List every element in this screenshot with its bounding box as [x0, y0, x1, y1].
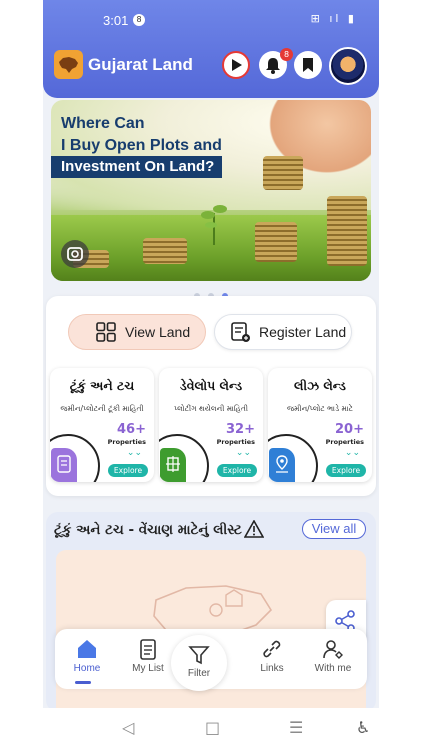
bookmark-icon — [303, 58, 313, 72]
nav-with-me[interactable]: With me — [303, 629, 363, 689]
home-icon — [78, 640, 96, 658]
active-indicator — [75, 681, 91, 684]
nav-home[interactable]: Home — [57, 629, 117, 689]
back-icon[interactable]: ◁ — [122, 718, 134, 737]
property-count: 20+ — [335, 422, 364, 437]
property-card-lease-land[interactable]: લીઝ લેન્ડ જમીન/પ્લોટ ભાડે માટે 20+ Prope… — [268, 368, 372, 482]
app-title: Gujarat Land — [88, 55, 193, 74]
property-subtitle: પ્લોટીંગ થયેલની માહિતી — [174, 404, 248, 413]
app-header: 3:01 8 ⊞ ıl ▮ Gujarat Land 8 — [43, 0, 379, 98]
location-pin-icon — [276, 455, 288, 473]
property-title: ટૂંકું અને ટચ — [69, 378, 135, 393]
property-count-label: Properties — [325, 438, 364, 446]
status-notification-badge: 8 — [133, 14, 145, 26]
view-land-label: View Land — [125, 324, 191, 340]
property-card-short-touch[interactable]: ટૂંકું અને ટચ જમીન/પ્લોટની ટૂંકી માહિતી … — [50, 368, 154, 482]
chevron-down-icon: ⌄⌄ — [235, 448, 251, 458]
notification-count-badge: 8 — [280, 48, 293, 61]
promo-banner[interactable]: Where Can I Buy Open Plots and Investmen… — [51, 100, 371, 281]
profile-avatar[interactable] — [329, 47, 367, 85]
explore-button[interactable]: Explore — [326, 464, 366, 477]
warning-icon[interactable] — [244, 520, 264, 538]
recents-icon[interactable]: ☰ — [289, 718, 303, 737]
coin-stack — [263, 156, 303, 190]
sprout-icon — [201, 205, 227, 245]
status-icons: ⊞ ıl ▮ — [310, 12, 357, 25]
coin-stack — [255, 222, 297, 262]
property-count-label: Properties — [107, 438, 146, 446]
app-logo — [54, 50, 83, 79]
list-section-title: ટૂંકું અને ટચ - વેંચાણ માટેનું લીસ્ટ — [54, 522, 242, 538]
property-subtitle: જમીન/પ્લોટ ભાડે માટે — [287, 404, 353, 413]
status-time: 3:01 — [103, 13, 129, 28]
view-all-button[interactable]: View all — [302, 519, 366, 539]
camera-lens-icon — [67, 247, 83, 261]
document-icon — [57, 455, 71, 473]
property-title: લીઝ લેન્ડ — [294, 378, 346, 393]
register-land-button[interactable]: Register Land — [214, 314, 352, 350]
plot-grid-icon — [166, 456, 180, 472]
property-title: ડેવેલોપ લેન્ડ — [179, 378, 243, 393]
nav-filter[interactable]: Filter — [171, 635, 227, 691]
property-card-develop-land[interactable]: ડેવેલોપ લેન્ડ પ્લોટીંગ થયેલની માહિતી 32+… — [159, 368, 263, 482]
property-count: 46+ — [117, 422, 146, 437]
nav-with-me-label: With me — [314, 663, 352, 674]
coin-stack — [143, 238, 187, 264]
property-count: 32+ — [226, 422, 255, 437]
nav-links-label: Links — [260, 663, 284, 674]
grid-icon — [96, 322, 116, 342]
map-gujarat-icon — [59, 57, 78, 73]
user-handshake-icon — [323, 640, 343, 659]
chevron-down-icon: ⌄⌄ — [344, 448, 360, 458]
filter-icon — [188, 646, 210, 665]
nav-my-list[interactable]: My List — [118, 629, 178, 689]
banner-headline-1: Where Can — [61, 115, 145, 132]
nav-home-label: Home — [73, 663, 101, 674]
accessibility-icon[interactable]: ♿ — [356, 718, 370, 737]
explore-button[interactable]: Explore — [108, 464, 148, 477]
nav-links[interactable]: Links — [242, 629, 302, 689]
register-document-icon — [231, 322, 250, 342]
saved-button[interactable] — [294, 51, 322, 79]
play-video-button[interactable] — [222, 51, 250, 79]
property-subtitle: જમીન/પ્લોટની ટૂંકી માહિતી — [60, 404, 144, 413]
app-container: 3:01 8 ⊞ ıl ▮ Gujarat Land 8 Where Can I… — [43, 0, 379, 708]
banner-headline-3: Investment On Land? — [51, 156, 223, 178]
banner-headline-2: I Buy Open Plots and — [61, 137, 222, 154]
play-icon — [232, 59, 242, 71]
system-navigation-bar: ◁ □ ☰ ♿ — [0, 708, 422, 750]
nav-filter-label: Filter — [187, 668, 211, 679]
chevron-down-icon: ⌄⌄ — [126, 448, 142, 458]
link-icon — [263, 640, 281, 658]
register-land-label: Register Land — [259, 324, 347, 340]
land-actions-card: View Land Register Land ટૂંકું અને ટચ જમ… — [46, 296, 376, 496]
home-square-icon[interactable]: □ — [205, 718, 220, 737]
explore-button[interactable]: Explore — [217, 464, 257, 477]
coin-stack — [327, 196, 367, 266]
property-count-label: Properties — [216, 438, 255, 446]
lens-button[interactable] — [61, 240, 89, 268]
nav-my-list-label: My List — [132, 663, 164, 674]
view-land-button[interactable]: View Land — [68, 314, 206, 350]
clipboard-list-icon — [140, 639, 156, 660]
screen: 3:01 8 ⊞ ıl ▮ Gujarat Land 8 Where Can I… — [0, 0, 422, 750]
